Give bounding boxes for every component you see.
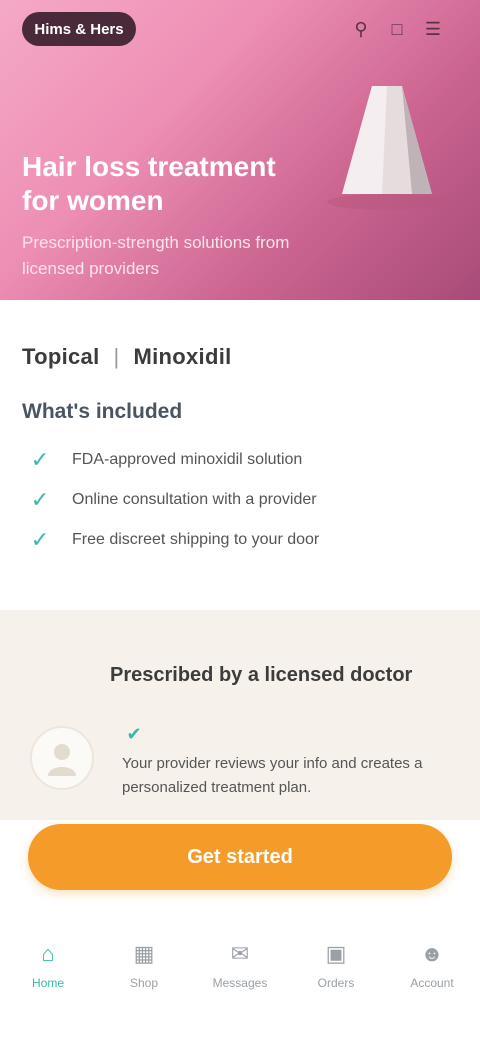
product-details: Topical | Minoxidil What's included ✓ FD… <box>0 300 480 560</box>
benefit-text: FDA-approved minoxidil solution <box>72 451 303 468</box>
check-icon: ✓ <box>30 527 50 552</box>
product-image <box>312 74 462 214</box>
hero-banner: Hims & Hers ⚲ □ ☰ Hair loss treatment fo… <box>0 0 480 300</box>
list-item: ✓ FDA-approved minoxidil solution <box>22 440 458 480</box>
check-icon: ✓ <box>30 487 50 512</box>
shield-check-icon: ✔ <box>126 724 142 744</box>
nav-label: Shop <box>129 976 159 990</box>
list-item: ✓ Free discreet shipping to your door <box>22 520 458 560</box>
section-title: What's included <box>22 400 183 423</box>
nav-item-shop[interactable]: ▦ Shop <box>104 920 184 991</box>
search-icon[interactable]: ⚲ <box>350 18 372 40</box>
message-icon: ✉ <box>230 941 250 966</box>
doctor-description: Your provider reviews your info and crea… <box>122 755 423 796</box>
header-actions: ⚲ □ ☰ <box>350 18 444 40</box>
meta-separator: | <box>113 344 120 369</box>
benefit-text: Online consultation with a provider <box>72 491 317 508</box>
get-started-button[interactable]: Get started <box>28 824 452 890</box>
user-icon: ☻ <box>420 941 444 966</box>
nav-item-home[interactable]: ⌂ Home <box>8 920 88 991</box>
nav-label: Account <box>410 976 454 990</box>
product-ingredient: Minoxidil <box>133 344 232 369</box>
menu-icon[interactable]: ☰ <box>422 18 444 40</box>
nav-label: Orders <box>317 976 355 990</box>
hero-title: Hair loss treatment for women <box>22 151 276 216</box>
avatar <box>30 726 94 790</box>
nav-label: Home <box>31 976 64 990</box>
box-icon: ▣ <box>325 941 347 966</box>
home-icon: ⌂ <box>41 941 55 966</box>
list-item: ✓ Online consultation with a provider <box>22 480 458 520</box>
product-form: Topical <box>22 344 100 369</box>
product-meta: Topical | Minoxidil <box>22 344 458 370</box>
hero-subtitle: Prescription-strength solutions from lic… <box>22 233 290 278</box>
check-icon: ✓ <box>30 447 50 472</box>
product-bottle-icon <box>327 86 447 210</box>
benefit-list: ✓ FDA-approved minoxidil solution ✓ Onli… <box>22 440 458 560</box>
doctor-icon <box>48 744 76 776</box>
brand-logo[interactable]: Hims & Hers <box>22 12 136 46</box>
benefit-text: Free discreet shipping to your door <box>72 531 320 548</box>
nav-label: Messages <box>212 976 268 990</box>
bottom-nav: ⌂ Home ▦ Shop ✉ Messages ▣ Orders ☻ Acco… <box>0 920 480 1020</box>
nav-item-messages[interactable]: ✉ Messages <box>200 920 280 991</box>
nav-item-orders[interactable]: ▣ Orders <box>296 920 376 991</box>
doctor-title: Prescribed by a licensed doctor <box>110 664 413 686</box>
shop-icon: ▦ <box>133 941 155 966</box>
bag-icon[interactable]: □ <box>386 18 408 40</box>
nav-item-account[interactable]: ☻ Account <box>392 920 472 991</box>
